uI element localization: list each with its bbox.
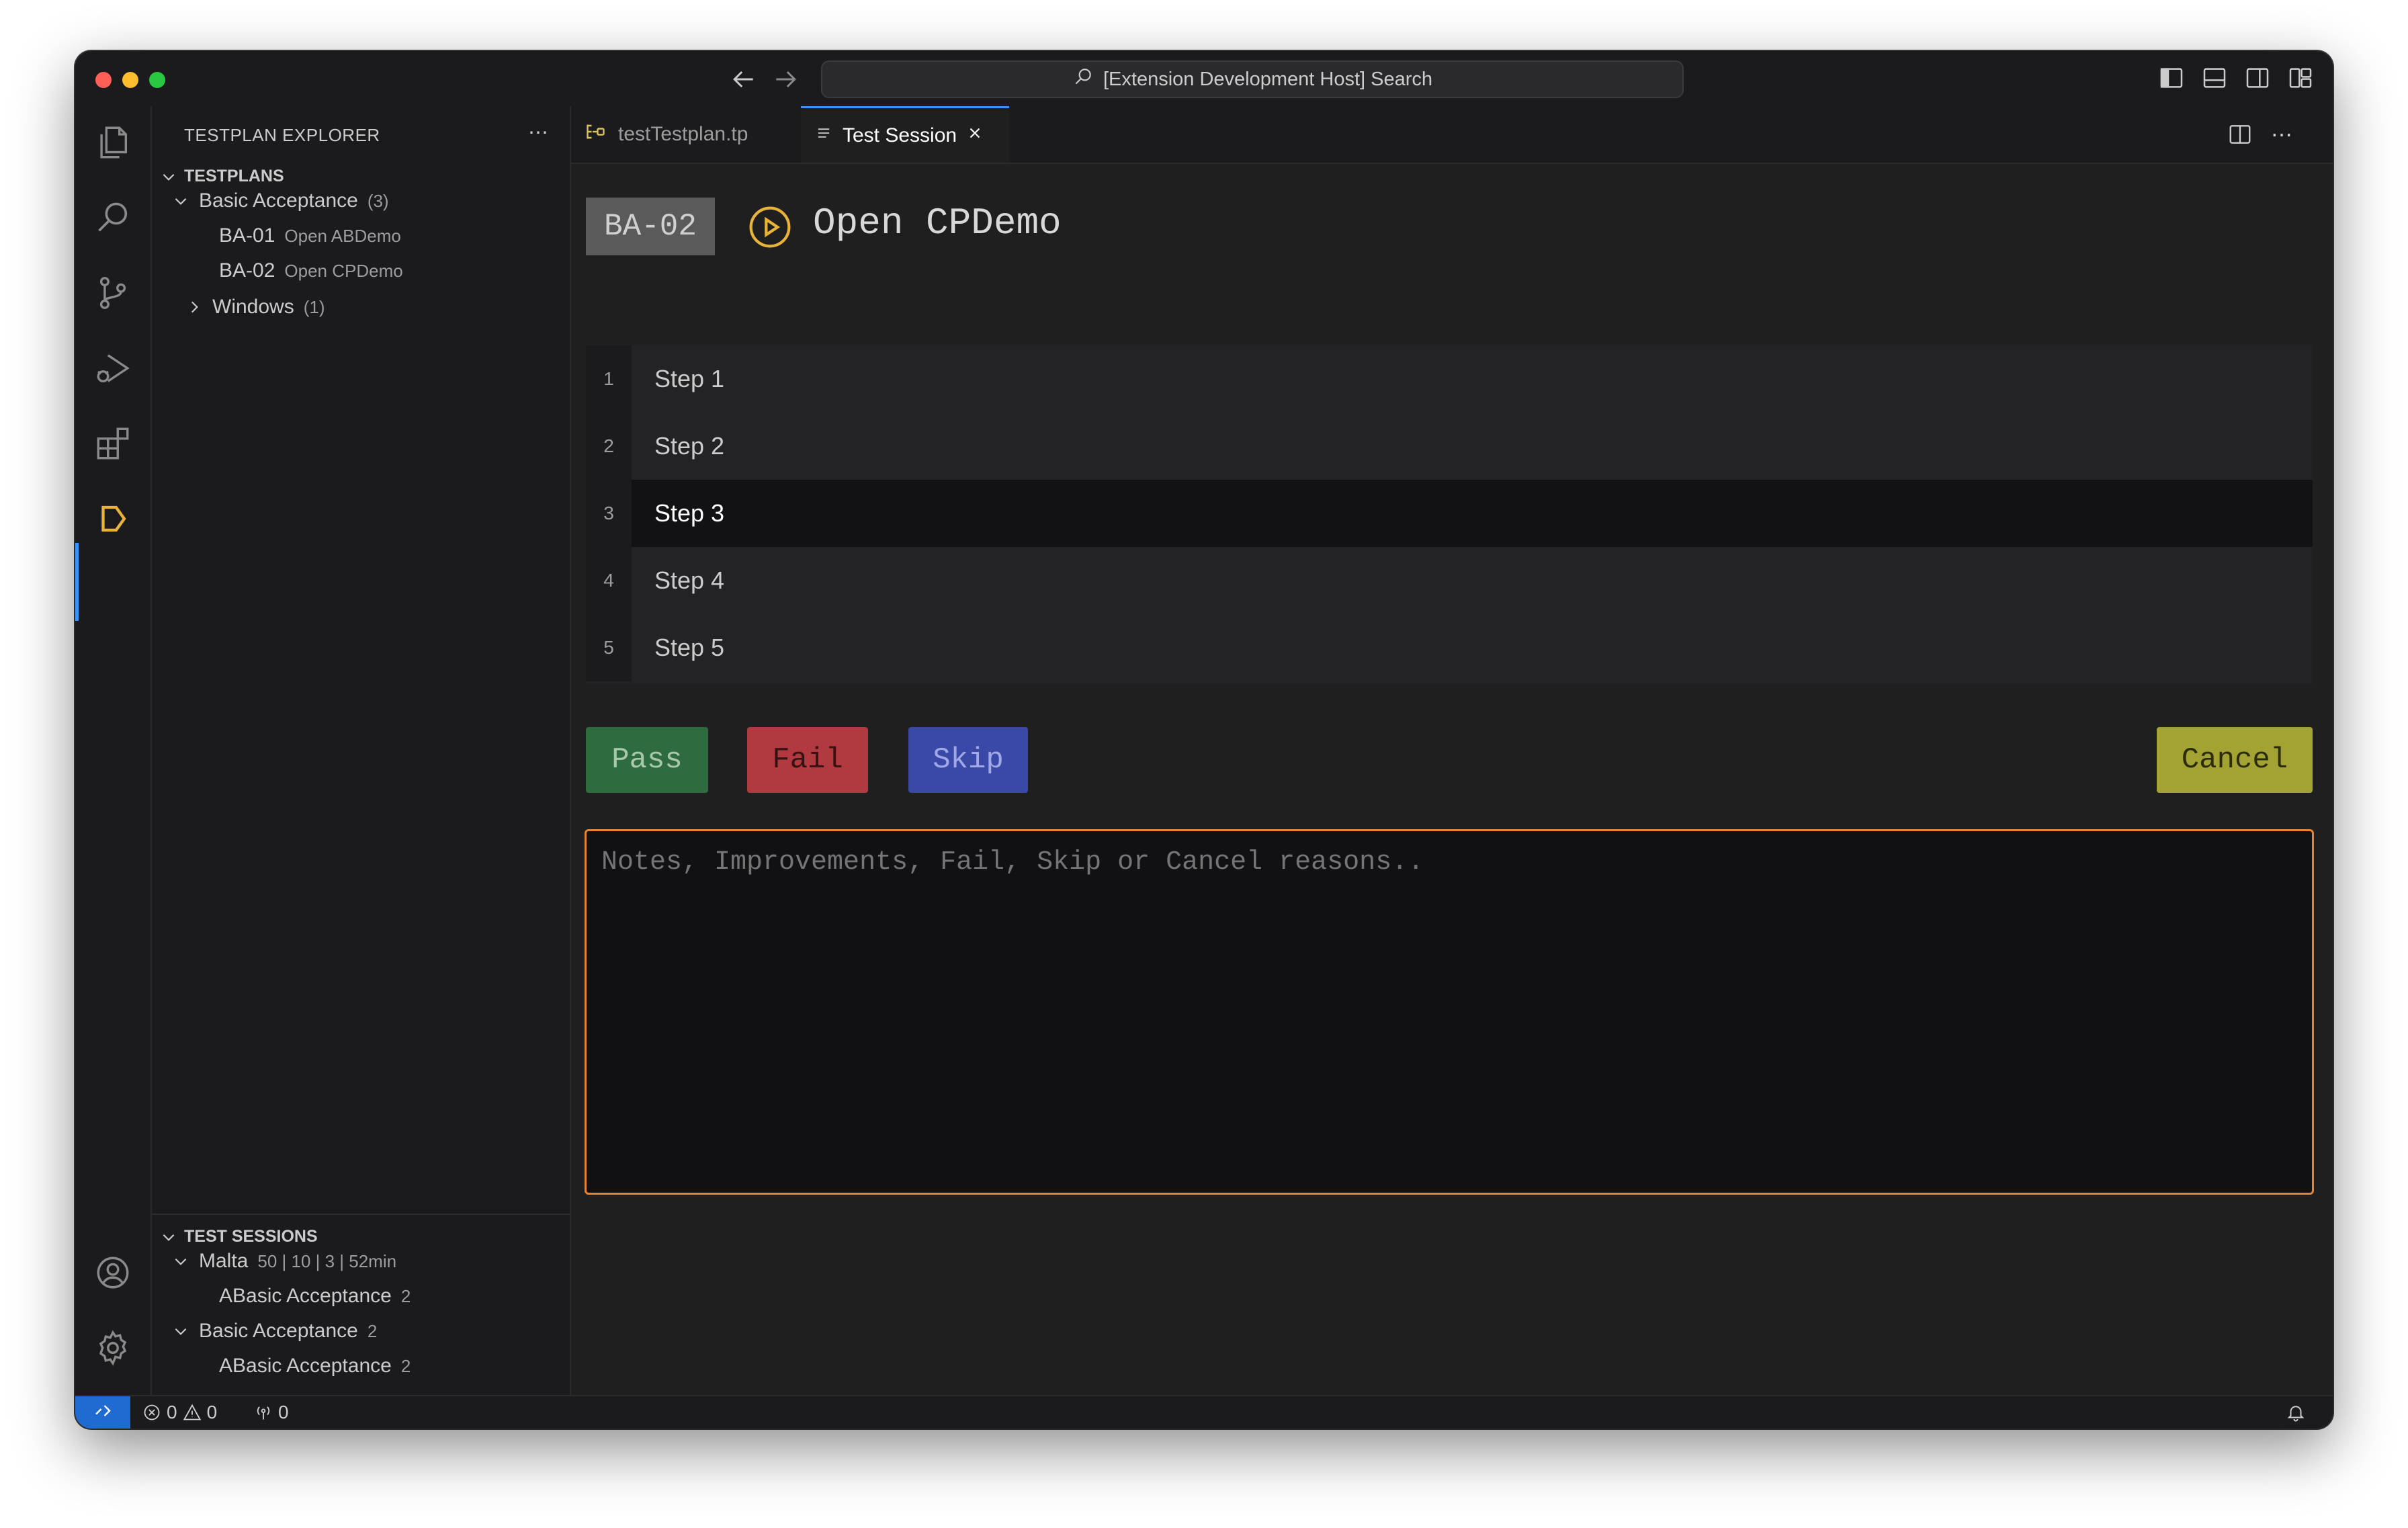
activity-bar [75,106,152,1396]
testplans-section-header[interactable]: TESTPLANS [160,167,284,186]
pass-button[interactable]: Pass [586,727,708,793]
step-row-selected[interactable]: 3 Step 3 [586,480,2313,547]
skip-button[interactable]: Skip [908,727,1028,793]
tab-bar: testTestplan.tp Test Session ⋯ [571,106,2333,164]
session-item-basic-acceptance[interactable]: Basic Acceptance 2 [172,1314,377,1348]
minimize-window-button[interactable] [122,72,138,88]
settings-gear-icon[interactable] [90,1325,136,1371]
session-child-item[interactable]: ABasic Acceptance 2 [219,1279,411,1313]
customize-layout-icon[interactable] [2287,65,2314,91]
section-divider [152,1214,570,1215]
ports-indicator[interactable]: 0 [254,1396,289,1429]
status-bar: 0 0 0 [75,1395,2333,1429]
toggle-secondary-sidebar-icon[interactable] [2244,65,2271,91]
forward-arrow-icon[interactable] [771,65,801,94]
run-debug-icon[interactable] [90,345,136,391]
problems-indicator[interactable]: 0 0 [142,1396,217,1429]
tree-item-ba-01[interactable]: BA-01 Open ABDemo [219,219,401,253]
more-actions-icon[interactable]: ⋯ [2267,120,2296,149]
warning-icon [183,1404,201,1420]
source-control-icon[interactable] [90,270,136,316]
search-icon[interactable] [90,195,136,241]
more-actions-icon[interactable]: ⋯ [528,121,548,144]
notes-textarea[interactable] [585,829,2314,1195]
session-item-malta[interactable]: Malta 50 | 10 | 3 | 52min [172,1244,396,1278]
extensions-icon[interactable] [90,421,136,466]
test-sessions-section-header[interactable]: TEST SESSIONS [160,1227,318,1246]
chevron-down-icon [172,1322,189,1340]
list-icon [814,124,833,148]
testplan-explorer-sidebar: TESTPLAN EXPLORER ⋯ TESTPLANS Basic Acce… [152,106,571,1396]
cancel-button[interactable]: Cancel [2157,727,2313,793]
explorer-icon[interactable] [90,120,136,165]
testplan-explorer-icon[interactable] [90,496,136,542]
editor-area: testTestplan.tp Test Session ⋯ BA-02 Ope… [571,106,2333,1396]
chevron-down-icon [172,1253,189,1270]
chevron-down-icon [163,173,175,181]
active-indicator [75,543,79,621]
command-center-search[interactable]: [Extension Development Host] Search [821,60,1684,98]
fail-button[interactable]: Fail [747,727,868,793]
step-row[interactable]: 4 Step 4 [586,547,2313,614]
remote-indicator[interactable] [75,1396,130,1429]
steps-list: 1 Step 1 2 Step 2 3 Step 3 4 Step 4 5 St… [586,345,2313,684]
error-icon [144,1404,160,1420]
toggle-panel-icon[interactable] [2201,65,2228,91]
tab-test-session[interactable]: Test Session [801,106,1009,163]
tree-item-ba-02[interactable]: BA-02 Open CPDemo [219,254,403,288]
tree-item-basic-acceptance[interactable]: Basic Acceptance (3) [172,184,389,218]
remote-icon [95,1405,111,1416]
testplan-file-icon [585,121,609,148]
play-icon[interactable] [747,204,793,250]
notifications-bell-icon[interactable] [2286,1396,2306,1429]
chevron-down-icon [172,192,189,210]
search-text: [Extension Development Host] Search [1103,68,1433,90]
close-tab-icon[interactable] [966,124,984,147]
maximize-window-button[interactable] [149,72,165,88]
session-child-item[interactable]: ABasic Acceptance 2 [219,1349,411,1383]
tab-testtestplan[interactable]: testTestplan.tp [571,106,828,163]
step-row[interactable]: 5 Step 5 [586,614,2313,681]
split-editor-icon[interactable] [2225,120,2255,149]
chevron-right-icon [185,298,203,316]
close-window-button[interactable] [95,72,112,88]
step-row[interactable]: 1 Step 1 [586,345,2313,413]
vscode-window: [Extension Development Host] Search TEST… [75,51,2333,1429]
title-bar: [Extension Development Host] Search [75,51,2333,108]
testcase-title: Open CPDemo [813,202,1062,245]
chevron-down-icon [163,1234,175,1241]
toggle-primary-sidebar-icon[interactable] [2158,65,2185,91]
sidebar-title: TESTPLAN EXPLORER [184,125,380,145]
tree-item-windows[interactable]: Windows (1) [185,290,325,324]
broadcast-icon [257,1406,270,1420]
search-icon [1072,66,1094,93]
back-arrow-icon[interactable] [728,65,758,94]
testcase-id-badge: BA-02 [586,198,715,255]
account-icon[interactable] [90,1250,136,1296]
step-row[interactable]: 2 Step 2 [586,413,2313,480]
